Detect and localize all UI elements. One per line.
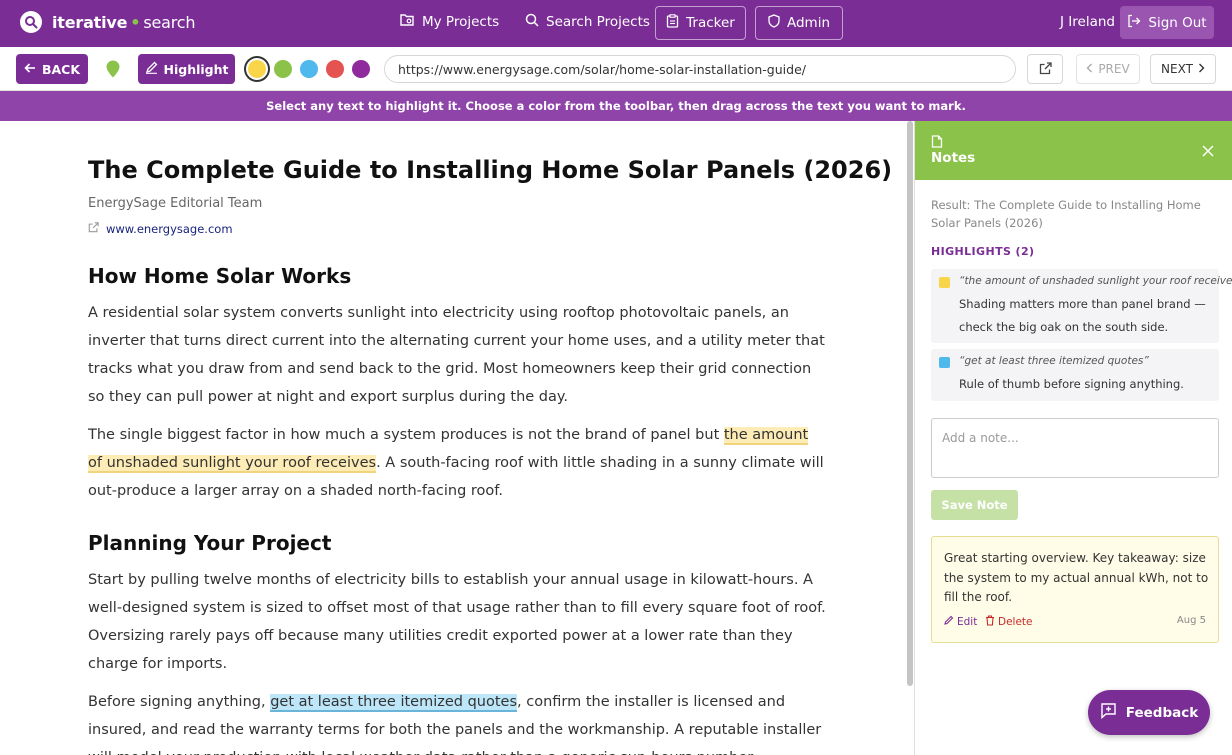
feedback-label: Feedback bbox=[1125, 704, 1199, 721]
highlight-button[interactable]: Highlight bbox=[138, 54, 235, 84]
nav-admin-button[interactable]: Admin bbox=[755, 6, 843, 40]
nav-admin-label: Admin bbox=[786, 15, 831, 31]
highlight-card[interactable]: “get at least three itemized quotes” Rul… bbox=[931, 349, 1219, 401]
article-scrollbar[interactable] bbox=[907, 121, 913, 686]
edit-label: Edit bbox=[957, 615, 978, 628]
paragraph: Start by pulling twelve months of electr… bbox=[88, 572, 826, 672]
shield-icon bbox=[768, 14, 780, 32]
search-icon bbox=[525, 13, 539, 31]
highlight-label: Highlight bbox=[163, 61, 229, 77]
prev-button[interactable]: PREV bbox=[1076, 54, 1140, 84]
color-swatch-purple[interactable] bbox=[352, 60, 370, 78]
article-title: The Complete Guide to Installing Home So… bbox=[88, 156, 893, 184]
external-link-icon bbox=[88, 222, 99, 236]
nav-search-projects[interactable]: Search Projects bbox=[525, 13, 650, 31]
sign-out-button[interactable]: Sign Out bbox=[1120, 6, 1214, 39]
highlight-card[interactable]: “the amount of unshaded sunlight your ro… bbox=[931, 269, 1232, 343]
nav-search-projects-label: Search Projects bbox=[546, 14, 650, 30]
instruction-banner: Select any text to highlight it. Choose … bbox=[0, 91, 1232, 121]
note-date: Aug 5 bbox=[1176, 615, 1206, 626]
trash-icon bbox=[985, 615, 995, 629]
app-name: iterative • search bbox=[52, 12, 196, 32]
app-logo[interactable]: iterative • search bbox=[20, 11, 195, 33]
highlight-quote: “get at least three itemized quotes” bbox=[959, 355, 1149, 367]
highlight-note: Rule of thumb before signing anything. bbox=[959, 377, 1184, 391]
section-heading: How Home Solar Works bbox=[88, 264, 352, 288]
highlight-note: Shading matters more than panel brand — … bbox=[959, 297, 1206, 334]
close-icon[interactable] bbox=[1202, 142, 1214, 161]
chevron-right-icon bbox=[1198, 62, 1205, 76]
highlight-quote: “the amount of unshaded sunlight your ro… bbox=[959, 275, 1232, 287]
back-label: BACK bbox=[41, 61, 81, 77]
notes-title: Notes bbox=[931, 150, 976, 166]
next-button[interactable]: NEXT bbox=[1150, 54, 1216, 84]
sign-out-label: Sign Out bbox=[1148, 14, 1207, 31]
url-text: https://www.energysage.com/solar/home-so… bbox=[398, 61, 806, 77]
color-swatch-green[interactable] bbox=[274, 60, 292, 78]
section-heading: Planning Your Project bbox=[88, 531, 332, 555]
location-pin-icon[interactable] bbox=[106, 60, 120, 82]
sign-out-icon bbox=[1127, 14, 1141, 32]
user-name: J Ireland bbox=[1060, 14, 1115, 30]
highlight-blue[interactable]: get at least three itemized quotes bbox=[270, 694, 518, 712]
source-domain: www.energysage.com bbox=[106, 222, 233, 236]
save-note-label: Save Note bbox=[941, 498, 1008, 512]
delete-note-button[interactable]: Delete bbox=[985, 615, 1033, 629]
external-link-icon bbox=[1039, 60, 1052, 79]
color-swatch-blue[interactable] bbox=[300, 60, 318, 78]
nav-tracker-button[interactable]: Tracker bbox=[655, 6, 746, 40]
notes-panel: Notes Result: The Complete Guide to Inst… bbox=[915, 121, 1232, 755]
paragraph: A residential solar system converts sunl… bbox=[88, 305, 825, 405]
url-bar[interactable]: https://www.energysage.com/solar/home-so… bbox=[384, 55, 1016, 83]
highlight-color-square bbox=[939, 357, 950, 368]
color-swatch-red[interactable] bbox=[326, 60, 344, 78]
top-navbar: iterative • search My Projects Search Proj… bbox=[0, 0, 1232, 47]
notes-header: Notes bbox=[915, 121, 1232, 180]
edit-note-button[interactable]: Edit bbox=[944, 615, 977, 628]
result-title: Result: The Complete Guide to Installing… bbox=[931, 198, 1201, 230]
article-source-link[interactable]: www.energysage.com bbox=[88, 222, 233, 236]
open-external-button[interactable] bbox=[1027, 54, 1063, 84]
note-textarea[interactable]: Add a note... bbox=[931, 418, 1219, 478]
search-logo-icon bbox=[20, 11, 42, 33]
save-note-button[interactable]: Save Note bbox=[931, 490, 1018, 520]
paragraph: The single biggest factor in how much a … bbox=[88, 427, 824, 499]
color-swatch-yellow[interactable] bbox=[248, 60, 266, 78]
article-pane[interactable]: The Complete Guide to Installing Home So… bbox=[0, 121, 914, 755]
nav-tracker-label: Tracker bbox=[686, 15, 735, 31]
instruction-text: Select any text to highlight it. Choose … bbox=[266, 99, 966, 113]
feedback-icon bbox=[1100, 702, 1117, 723]
nav-my-projects[interactable]: My Projects bbox=[400, 13, 499, 31]
folder-search-icon bbox=[400, 13, 415, 31]
prev-label: PREV bbox=[1098, 62, 1130, 76]
highlight-color-square bbox=[939, 277, 950, 288]
saved-note-text: Great starting overview. Key takeaway: s… bbox=[944, 551, 1209, 604]
nav-my-projects-label: My Projects bbox=[422, 14, 500, 30]
chevron-left-icon bbox=[1086, 62, 1093, 76]
pencil-icon bbox=[944, 615, 954, 628]
arrow-left-icon bbox=[24, 62, 36, 77]
next-label: NEXT bbox=[1161, 62, 1193, 76]
reader-toolbar: BACK Highlight https://www.energysage.co… bbox=[0, 47, 1232, 91]
delete-label: Delete bbox=[998, 616, 1033, 628]
highlights-heading: HIGHLIGHTS (2) bbox=[931, 245, 1035, 258]
back-button[interactable]: BACK bbox=[16, 54, 88, 84]
highlighter-icon bbox=[145, 61, 158, 77]
saved-note-card: Great starting overview. Key takeaway: s… bbox=[931, 536, 1219, 643]
paragraph: Before signing anything, get at least th… bbox=[88, 694, 822, 755]
feedback-button[interactable]: Feedback bbox=[1088, 690, 1210, 735]
article-author: EnergySage Editorial Team bbox=[88, 196, 263, 211]
note-placeholder: Add a note... bbox=[942, 431, 1019, 445]
clipboard-icon bbox=[666, 14, 679, 32]
